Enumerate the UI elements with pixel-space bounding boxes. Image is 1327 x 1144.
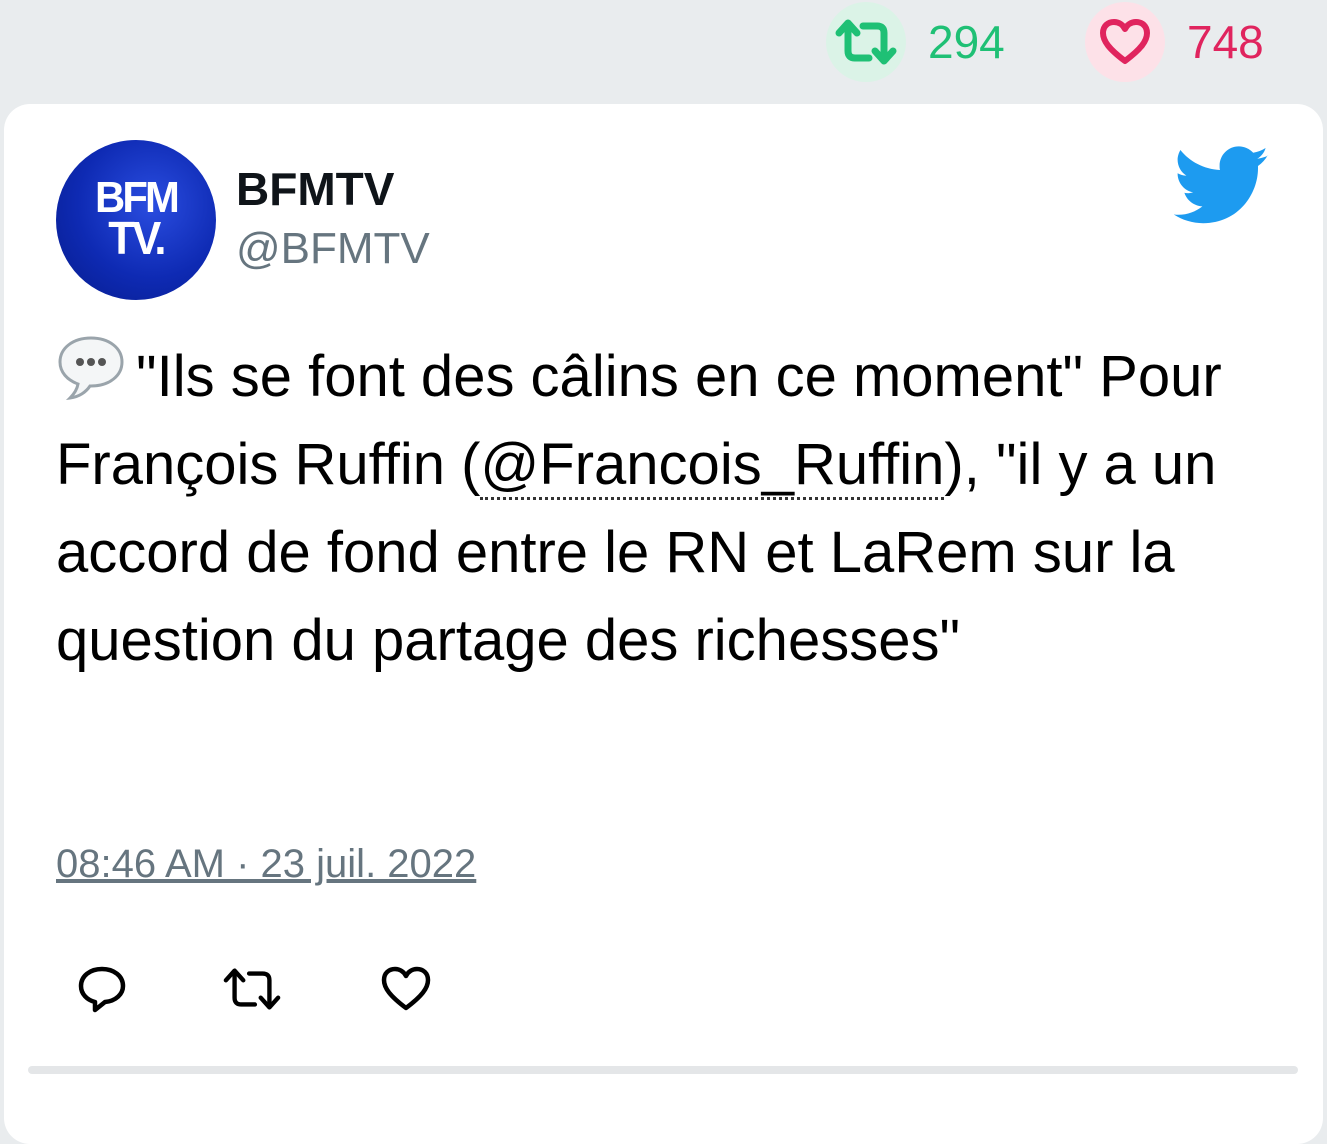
speech-bubble-icon xyxy=(58,336,124,400)
tweet-card: BFM TV. BFMTV @BFMTV "Ils se font des câ… xyxy=(4,104,1323,1144)
twitter-bird-icon[interactable] xyxy=(1174,146,1270,226)
retweet-count-value: 294 xyxy=(928,16,1005,68)
retweet-icon xyxy=(826,2,906,82)
engagement-stats: 294 748 xyxy=(0,0,1327,100)
bfmtv-logo: BFM TV. xyxy=(95,173,180,264)
tweet-timestamp[interactable]: 08:46 AM · 23 juil. 2022 xyxy=(56,842,476,887)
retweet-count: 294 xyxy=(826,0,1005,84)
tweet-actions xyxy=(56,954,556,1024)
avatar[interactable]: BFM TV. xyxy=(56,140,216,300)
like-icon[interactable] xyxy=(376,954,436,1024)
reply-icon[interactable] xyxy=(72,954,132,1024)
tweet-text: "Ils se font des câlins en ce moment" Po… xyxy=(56,332,1266,685)
divider xyxy=(28,1066,1298,1074)
heart-icon xyxy=(1085,2,1165,82)
like-count: 748 xyxy=(1085,0,1264,84)
mention-link[interactable]: @Francois_Ruffin xyxy=(480,432,945,500)
author-handle[interactable]: @BFMTV xyxy=(236,224,430,274)
retweet-icon[interactable] xyxy=(222,954,282,1024)
author-name[interactable]: BFMTV xyxy=(236,162,394,216)
like-count-value: 748 xyxy=(1187,16,1264,68)
